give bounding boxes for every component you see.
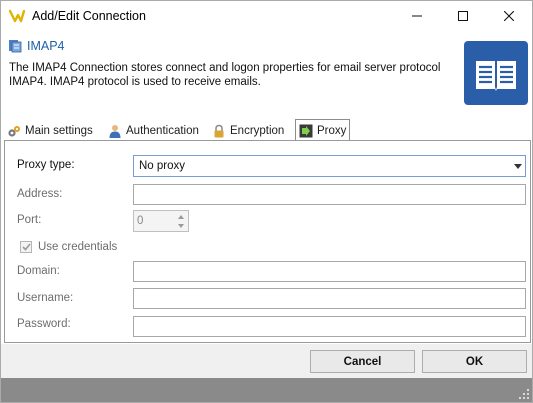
address-field[interactable]	[133, 184, 526, 205]
minimize-button[interactable]	[394, 1, 440, 31]
resize-grip-icon[interactable]	[519, 389, 529, 399]
gear-icon	[8, 126, 20, 137]
password-label: Password:	[17, 318, 71, 330]
tab-main-settings-label: Main settings	[25, 125, 93, 137]
connection-description: The IMAP4 Connection stores connect and …	[9, 62, 441, 88]
proxy-settings-panel: Proxy type: No proxy Address: Port: 0 Us…	[4, 140, 531, 343]
tab-encryption-label: Encryption	[230, 125, 285, 137]
book-icon	[464, 41, 528, 105]
dialog-footer: Cancel OK	[1, 344, 532, 378]
tab-authentication-label: Authentication	[126, 125, 199, 137]
add-edit-connection-dialog: Add/Edit Connection IMAP4 The IMAP4 Conn…	[0, 0, 533, 403]
minimize-icon	[412, 15, 422, 17]
proxy-type-label: Proxy type:	[17, 159, 75, 171]
port-label: Port:	[17, 214, 42, 226]
tab-proxy-label: Proxy	[317, 124, 347, 137]
app-logo-icon	[9, 9, 25, 23]
maximize-button[interactable]	[440, 1, 486, 31]
port-decrement-button[interactable]	[175, 221, 187, 230]
checkmark-icon	[21, 243, 31, 251]
username-label: Username:	[17, 292, 74, 304]
use-credentials-label: Use credentials	[38, 241, 118, 253]
close-icon	[504, 11, 514, 21]
port-value: 0	[137, 215, 144, 227]
header-info: IMAP4 The IMAP4 Connection stores connec…	[1, 31, 532, 117]
tab-encryption[interactable]: Encryption	[212, 121, 284, 141]
tab-strip: Main settings Authentication Encryption …	[1, 119, 532, 141]
chevron-down-icon	[178, 223, 184, 228]
tab-proxy[interactable]: Proxy	[295, 119, 351, 141]
connection-type-title: IMAP4	[27, 39, 65, 53]
connection-type-icon	[9, 40, 22, 53]
domain-field[interactable]	[133, 261, 526, 282]
status-bar	[1, 378, 532, 402]
domain-label: Domain:	[17, 265, 60, 277]
cancel-button[interactable]: Cancel	[310, 350, 415, 373]
proxy-icon	[299, 124, 313, 137]
window-title: Add/Edit Connection	[32, 9, 146, 23]
chevron-down-icon	[514, 164, 522, 169]
ok-button[interactable]: OK	[422, 350, 527, 373]
use-credentials-checkbox[interactable]	[20, 241, 32, 253]
lock-icon	[214, 124, 224, 138]
chevron-up-icon	[178, 214, 184, 219]
user-icon	[109, 125, 121, 138]
title-bar: Add/Edit Connection	[1, 1, 532, 31]
close-button[interactable]	[486, 1, 532, 31]
tab-main-settings[interactable]: Main settings	[7, 121, 93, 141]
port-increment-button[interactable]	[175, 212, 187, 221]
password-field[interactable]	[133, 316, 526, 337]
proxy-type-select[interactable]: No proxy	[133, 155, 526, 177]
tab-authentication[interactable]: Authentication	[108, 121, 199, 141]
username-field[interactable]	[133, 288, 526, 309]
address-label: Address:	[17, 188, 63, 200]
proxy-type-value: No proxy	[139, 160, 186, 172]
maximize-icon	[458, 11, 468, 21]
port-stepper[interactable]: 0	[133, 210, 189, 232]
